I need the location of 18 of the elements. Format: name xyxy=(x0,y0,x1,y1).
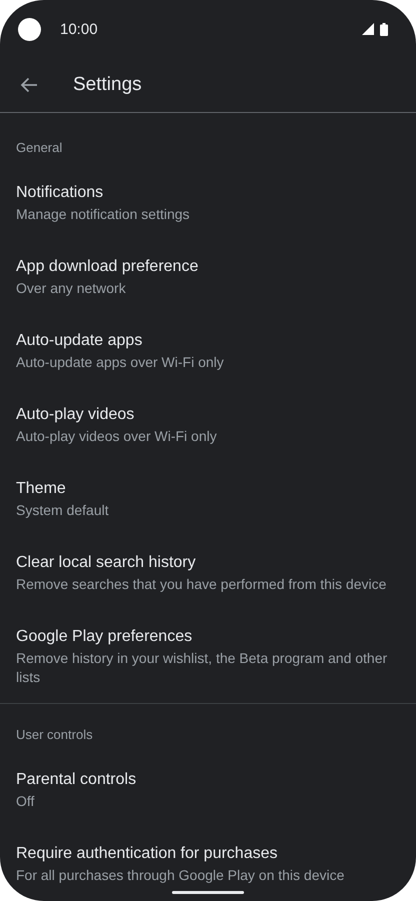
signal-icon xyxy=(362,23,374,35)
screen-title: Settings xyxy=(73,74,142,96)
settings-item[interactable]: Theme System default xyxy=(0,462,416,536)
settings-item[interactable]: Notifications Manage notification settings xyxy=(0,166,416,240)
settings-item[interactable]: Auto-play videos Auto-play videos over Wi-Fi only xyxy=(0,388,416,462)
battery-icon xyxy=(380,22,388,36)
settings-item[interactable]: Parental controls Off xyxy=(0,753,416,827)
camera-icon xyxy=(18,18,41,40)
section-header: User controls xyxy=(15,726,94,744)
settings-item[interactable]: Google Play preferences Remove history in your wishlist, the Beta program and other lists xyxy=(0,610,416,703)
settings-item[interactable]: Clear local search history Remove searches that you have performed from this device xyxy=(0,536,416,610)
back-arrow-icon xyxy=(20,77,38,93)
back-button[interactable] xyxy=(19,75,39,95)
settings-item[interactable]: Require authentication for purchases For all purchases through Google Play on this device xyxy=(0,827,416,901)
settings-item[interactable]: App download preference Over any network xyxy=(0,240,416,314)
section-header: General xyxy=(15,139,64,157)
settings-item[interactable]: Auto-update apps Auto-update apps over Wi-Fi only xyxy=(0,314,416,388)
status-time: 10:00 xyxy=(60,20,98,38)
